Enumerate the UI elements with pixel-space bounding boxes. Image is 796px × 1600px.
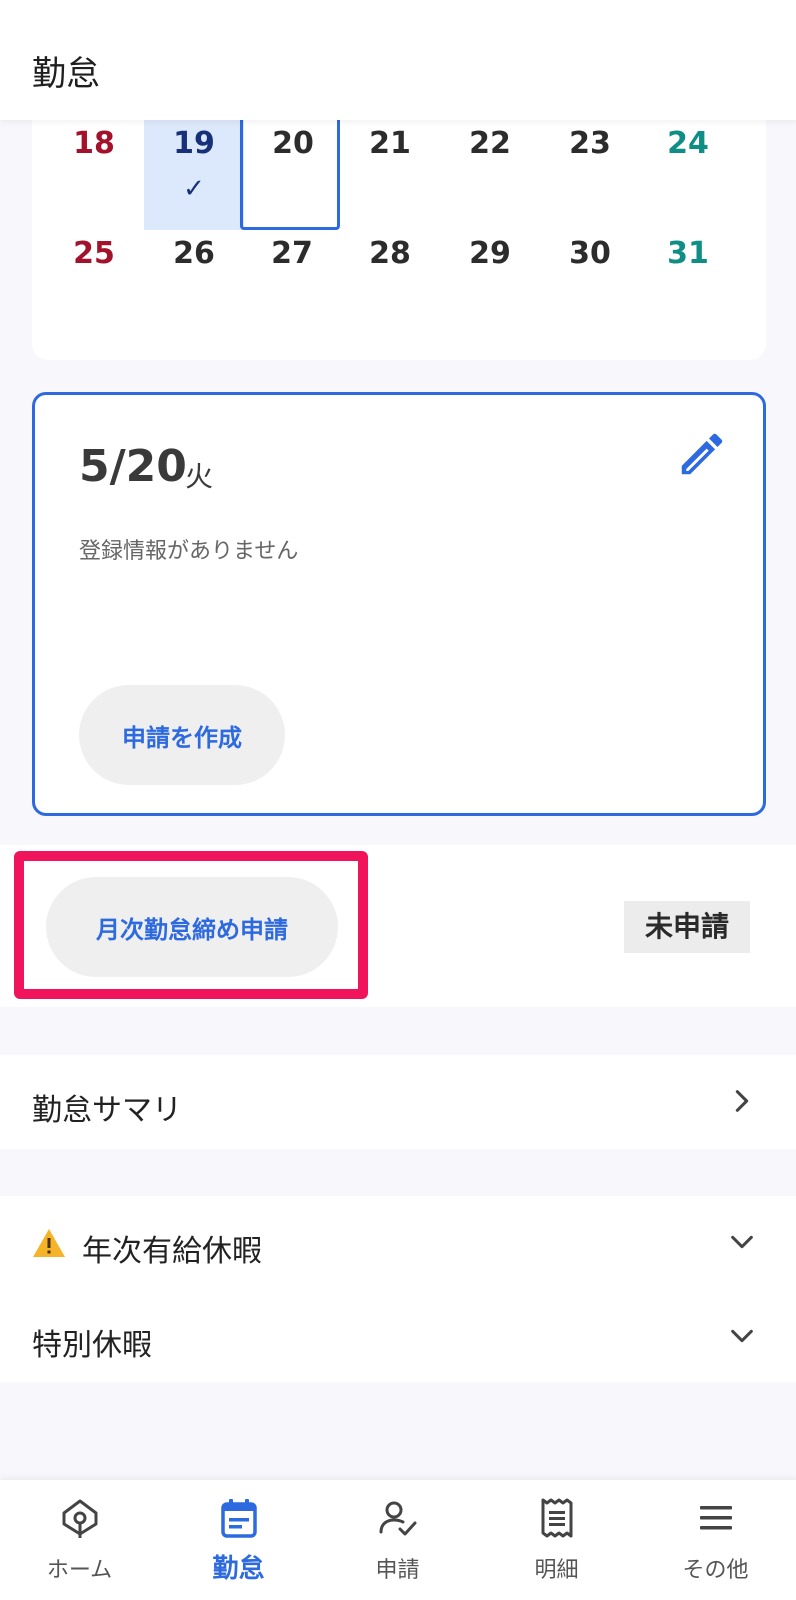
monthly-close-section: 月次勤怠締め申請 未申請 <box>0 845 796 1007</box>
calendar-day[interactable]: 31 <box>638 230 738 340</box>
calendar-day-selected[interactable]: 19 ✓ <box>144 120 244 230</box>
nav-label: 申請 <box>375 1558 420 1583</box>
app-header: 勤怠 <box>0 0 796 120</box>
calendar-day-number: 30 <box>569 236 611 271</box>
annual-leave-row[interactable]: 年次有給休暇 <box>0 1196 796 1290</box>
attendance-summary-row[interactable]: 勤怠サマリ <box>0 1055 796 1149</box>
home-icon <box>62 1499 98 1538</box>
chevron-down-icon <box>731 1235 753 1249</box>
calendar-day-number: 23 <box>569 126 611 161</box>
nav-item-attendance[interactable]: 勤怠 <box>159 1480 318 1600</box>
chevron-down-icon <box>731 1329 753 1343</box>
menu-icon <box>700 1506 732 1530</box>
chevron-right-icon <box>735 1090 749 1112</box>
calendar-day[interactable]: 28 <box>340 230 440 340</box>
calendar-day-number: 25 <box>73 236 115 271</box>
calendar-day-number: 20 <box>272 126 314 161</box>
special-leave-row[interactable]: 特別休暇 <box>0 1290 796 1382</box>
calendar-day-number: 22 <box>469 126 511 161</box>
row-label: 年次有給休暇 <box>82 1234 262 1269</box>
calendar-day-number: 31 <box>667 236 709 271</box>
calendar-day-today[interactable]: 20 <box>240 120 340 230</box>
row-label: 特別休暇 <box>32 1328 152 1363</box>
calendar-day[interactable]: 24 <box>638 120 738 230</box>
calendar-week-row: 25 26 27 28 29 30 31 <box>32 230 766 340</box>
calendar-day[interactable]: 23 <box>540 120 640 230</box>
calendar-day-number: 29 <box>469 236 511 271</box>
calendar-icon <box>221 1499 257 1538</box>
nav-label: ホーム <box>46 1558 113 1583</box>
nav-label: その他 <box>682 1558 749 1583</box>
day-weekday: 火 <box>185 460 214 493</box>
calendar-day[interactable]: 27 <box>242 230 342 340</box>
row-label: 勤怠サマリ <box>32 1093 182 1128</box>
calendar-day[interactable]: 21 <box>340 120 440 230</box>
calendar-day-number: 24 <box>667 126 709 161</box>
check-icon: ✓ <box>183 174 205 204</box>
calendar-week-row: 18 19 ✓ 20 21 22 23 24 <box>32 120 766 230</box>
page-title: 勤怠 <box>32 54 100 94</box>
calendar-day[interactable]: 26 <box>144 230 244 340</box>
calendar-day[interactable]: 18 <box>44 120 144 230</box>
warning-icon <box>33 1229 65 1257</box>
user-check-icon <box>379 1501 417 1536</box>
calendar-day[interactable]: 22 <box>440 120 540 230</box>
calendar-day[interactable]: 25 <box>44 230 144 340</box>
day-date: 5/20 <box>79 441 187 492</box>
nav-label: 勤怠 <box>212 1554 265 1584</box>
nav-item-requests[interactable]: 申請 <box>318 1480 477 1600</box>
nav-label: 明細 <box>534 1558 579 1583</box>
calendar-day-number: 19 <box>173 126 215 161</box>
calendar-day-number: 21 <box>369 126 411 161</box>
calendar-day-number: 27 <box>271 236 313 271</box>
highlight-annotation <box>14 851 368 999</box>
nav-item-home[interactable]: ホーム <box>0 1480 159 1600</box>
bottom-navigation: ホーム 勤怠 申請 明細 その他 <box>0 1480 796 1600</box>
day-detail-card: 5/20 火 登録情報がありません 申請を作成 <box>32 392 766 816</box>
calendar-day[interactable]: 30 <box>540 230 640 340</box>
no-record-message: 登録情報がありません <box>79 539 299 564</box>
calendar-day-number: 28 <box>369 236 411 271</box>
status-badge: 未申請 <box>624 901 750 953</box>
calendar-day-number: 26 <box>173 236 215 271</box>
pencil-icon[interactable] <box>675 427 729 481</box>
create-request-button[interactable]: 申請を作成 <box>79 685 285 785</box>
calendar-day[interactable]: 29 <box>440 230 540 340</box>
nav-item-statements[interactable]: 明細 <box>477 1480 636 1600</box>
receipt-icon <box>541 1498 573 1538</box>
calendar-day-number: 18 <box>73 126 115 161</box>
nav-item-more[interactable]: その他 <box>636 1480 795 1600</box>
